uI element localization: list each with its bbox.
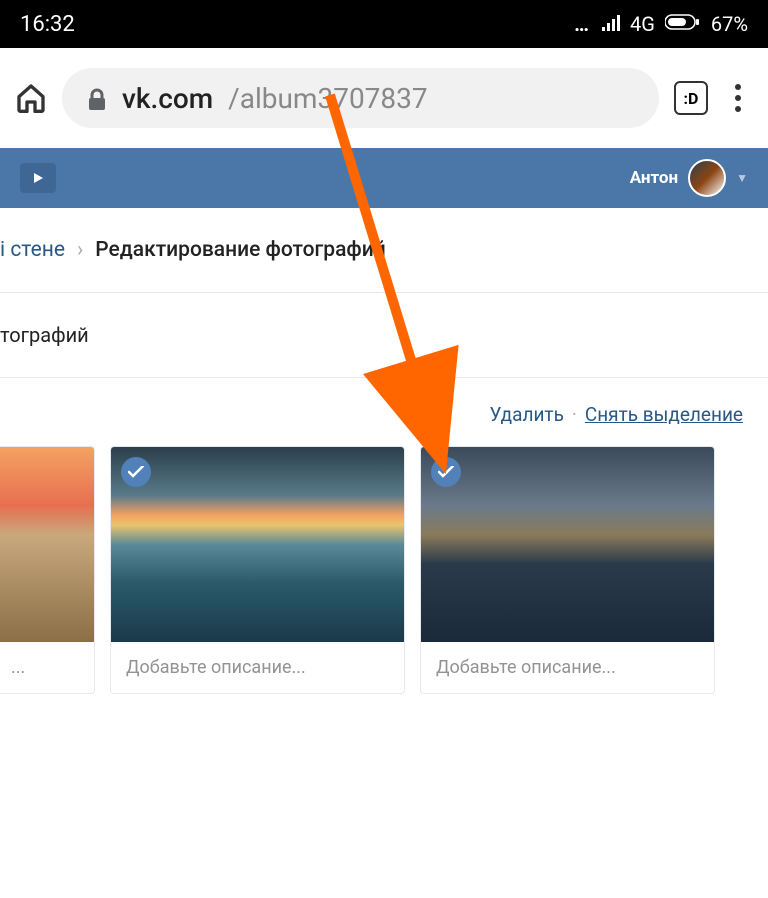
photo-thumbnail[interactable] [111,447,404,642]
url-path: /album3707837 [228,82,427,115]
username: Антон [630,168,678,188]
status-right: … 4G 67% [574,12,748,36]
browser-toolbar: vk.com/album3707837 :D [0,48,768,148]
photo-caption-input[interactable]: ... [0,642,94,693]
section-label: тографий [0,292,768,377]
check-icon[interactable] [431,457,461,487]
photo-thumbnail[interactable] [421,447,714,642]
photo-card[interactable]: Добавьте описание... [110,446,405,694]
photo-card[interactable]: ... [0,446,95,694]
chevron-down-icon: ▼ [736,171,748,185]
status-dots-icon: … [574,12,592,36]
home-icon[interactable] [15,82,47,114]
breadcrumb: і стене › Редактирование фотографий [0,208,768,292]
separator-dot: · [572,403,577,426]
vk-user-menu[interactable]: Антон ▼ [630,159,748,197]
play-button[interactable] [20,163,56,193]
tabs-button[interactable]: :D [674,81,708,115]
battery-icon [665,12,701,36]
network-label: 4G [630,12,655,36]
battery-percent: 67% [711,12,748,36]
delete-link[interactable]: Удалить [490,403,564,426]
vk-header: Антон ▼ [0,148,768,208]
status-time: 16:32 [20,12,75,37]
photo-caption-input[interactable]: Добавьте описание... [421,642,714,693]
lock-icon [87,86,107,110]
url-domain: vk.com [122,82,213,115]
status-bar: 16:32 … 4G 67% [0,0,768,48]
deselect-link[interactable]: Снять выделение [585,403,743,426]
photo-caption-input[interactable]: Добавьте описание... [111,642,404,693]
url-bar[interactable]: vk.com/album3707837 [62,68,659,128]
signal-icon [602,12,620,36]
tabs-count: :D [684,89,699,108]
actions-row: Удалить · Снять выделение [0,377,768,446]
chevron-right-icon: › [77,238,83,262]
breadcrumb-current: Редактирование фотографий [95,238,385,262]
check-icon[interactable] [121,457,151,487]
photo-thumbnail[interactable] [0,447,94,642]
photo-card[interactable]: Добавьте описание... [420,446,715,694]
photos-grid: ... Добавьте описание... Добавьте описан… [0,446,768,694]
menu-icon[interactable] [723,83,753,113]
avatar [688,159,726,197]
breadcrumb-prev[interactable]: і стене [0,238,65,262]
